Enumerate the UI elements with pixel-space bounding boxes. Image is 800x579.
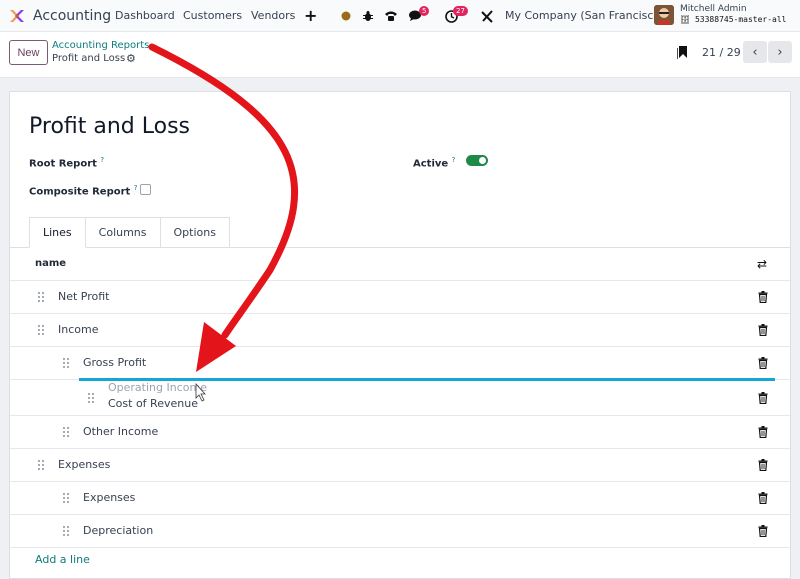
status-dot-icon[interactable] xyxy=(338,8,354,24)
root-report-label-text: Root Report xyxy=(29,158,97,170)
nav-customers[interactable]: Customers xyxy=(183,9,242,22)
drag-handle-icon[interactable] xyxy=(62,426,70,438)
row-name[interactable]: Cost of Revenue xyxy=(108,397,198,410)
bug-icon[interactable] xyxy=(360,8,376,24)
nav-vendors[interactable]: Vendors xyxy=(251,9,295,22)
table-row[interactable]: Income xyxy=(10,314,790,347)
row-name[interactable]: Expenses xyxy=(83,491,135,504)
messages-badge: 5 xyxy=(419,6,430,16)
active-label-text: Active xyxy=(413,158,449,170)
control-panel: New Accounting Reports Profit and Loss ⚙… xyxy=(0,32,800,78)
active-help-icon[interactable]: ? xyxy=(452,156,456,164)
form-sheet: Profit and Loss Root Report ? Active ? C… xyxy=(9,91,791,579)
company-switcher[interactable]: My Company (San Francisco) xyxy=(505,9,664,22)
row-name[interactable]: Gross Profit xyxy=(83,356,146,369)
notebook-tabs: Lines Columns Options xyxy=(29,217,230,248)
table-row[interactable]: Depreciation xyxy=(10,515,790,548)
activities-badge: 27 xyxy=(453,6,468,16)
bookmark-icon[interactable] xyxy=(677,45,689,59)
settings-tools-icon[interactable] xyxy=(479,8,495,24)
active-toggle[interactable] xyxy=(466,155,488,166)
row-name[interactable]: Other Income xyxy=(83,425,158,438)
delete-trash-icon[interactable] xyxy=(758,459,768,471)
tab-options[interactable]: Options xyxy=(160,217,230,248)
composite-report-checkbox[interactable] xyxy=(140,184,151,195)
list-header: name ⇄ xyxy=(10,248,790,281)
database-name-text: 53388745-master-all xyxy=(694,15,787,24)
drag-handle-icon[interactable] xyxy=(37,291,45,303)
gear-icon[interactable]: ⚙ xyxy=(126,52,136,65)
user-name[interactable]: Mitchell Admin xyxy=(680,4,747,14)
accounting-app-icon[interactable] xyxy=(8,7,26,25)
add-a-line-link[interactable]: Add a line xyxy=(35,553,90,566)
dragging-row-ghost: Operating Income xyxy=(108,381,207,394)
delete-trash-icon[interactable] xyxy=(758,391,768,404)
user-avatar[interactable] xyxy=(654,5,674,25)
pager-previous-button[interactable]: ‹ xyxy=(743,41,767,63)
drag-handle-icon[interactable] xyxy=(37,459,45,471)
row-name[interactable]: Expenses xyxy=(58,458,110,471)
optional-columns-icon[interactable]: ⇄ xyxy=(757,257,767,271)
pager-next-button[interactable]: › xyxy=(768,41,792,63)
app-name[interactable]: Accounting xyxy=(33,8,111,24)
drag-handle-icon[interactable] xyxy=(62,525,70,537)
drag-handle-icon[interactable] xyxy=(37,324,45,336)
table-row[interactable]: Other Income xyxy=(10,416,790,449)
pager-value[interactable]: 21 / 29 xyxy=(702,46,741,59)
breadcrumb-parent-link[interactable]: Accounting Reports xyxy=(52,40,149,51)
active-label: Active ? xyxy=(413,156,455,169)
database-name: 🗄 53388745-master-all xyxy=(680,15,787,24)
root-report-label: Root Report ? xyxy=(29,156,104,169)
breadcrumb-current: Profit and Loss xyxy=(52,53,126,64)
composite-report-label-text: Composite Report xyxy=(29,186,131,198)
composite-help-icon[interactable]: ? xyxy=(134,184,138,192)
new-button[interactable]: New xyxy=(9,40,48,65)
drag-handle-icon[interactable] xyxy=(87,392,95,404)
top-navbar: Accounting Dashboard Customers Vendors +… xyxy=(0,0,800,32)
tab-lines[interactable]: Lines xyxy=(29,217,86,248)
table-row[interactable]: Gross Profit xyxy=(10,347,790,380)
delete-trash-icon[interactable] xyxy=(758,525,768,537)
root-report-help-icon[interactable]: ? xyxy=(100,156,104,164)
row-name[interactable]: Income xyxy=(58,323,98,336)
phone-icon[interactable] xyxy=(383,8,399,24)
drag-handle-icon[interactable] xyxy=(62,357,70,369)
tab-columns[interactable]: Columns xyxy=(85,217,161,248)
report-title[interactable]: Profit and Loss xyxy=(29,114,190,139)
column-header-name[interactable]: name xyxy=(35,258,66,269)
delete-trash-icon[interactable] xyxy=(758,426,768,438)
row-name[interactable]: Net Profit xyxy=(58,290,110,303)
table-row[interactable]: Expenses xyxy=(10,449,790,482)
delete-trash-icon[interactable] xyxy=(758,357,768,369)
nav-dashboard[interactable]: Dashboard xyxy=(115,9,175,22)
delete-trash-icon[interactable] xyxy=(758,291,768,303)
table-row[interactable]: Expenses xyxy=(10,482,790,515)
table-row[interactable]: Net Profit xyxy=(10,281,790,314)
row-name[interactable]: Depreciation xyxy=(83,524,153,537)
composite-report-label: Composite Report ? xyxy=(29,184,138,197)
drag-handle-icon[interactable] xyxy=(62,492,70,504)
delete-trash-icon[interactable] xyxy=(758,492,768,504)
delete-trash-icon[interactable] xyxy=(758,324,768,336)
quick-create-plus-icon[interactable]: + xyxy=(304,6,317,25)
